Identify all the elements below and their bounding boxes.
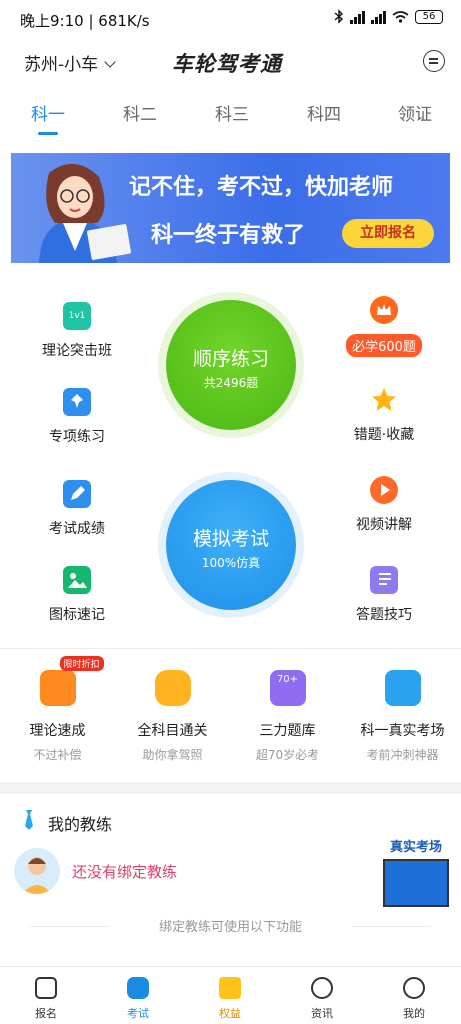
sign-memo-item[interactable]: 图标速记 xyxy=(22,566,132,624)
sequence-practice-button[interactable]: 顺序练习 共2496题 xyxy=(166,300,296,430)
shield-leaf-icon xyxy=(154,670,191,706)
avatar xyxy=(14,848,60,894)
exam-icon xyxy=(127,977,149,999)
feature-sub: 助你拿驾照 xyxy=(142,748,203,762)
app-logo: 车轮驾考通 xyxy=(172,52,282,76)
exam-score-label: 考试成绩 xyxy=(49,521,105,537)
battery-icon: 56 xyxy=(415,9,443,24)
sequence-practice-title: 顺序练习 xyxy=(192,348,269,370)
mock-exam-title: 模拟考试 xyxy=(192,528,269,550)
sequence-practice-count: 共2496题 xyxy=(203,376,259,390)
video-explain-label: 视频讲解 xyxy=(356,517,412,533)
feature-sub: 考前冲刺神器 xyxy=(366,748,439,762)
special-practice-item[interactable]: 专项练习 xyxy=(22,388,132,446)
image-icon xyxy=(63,566,91,594)
tab-subject-1[interactable]: 科一 xyxy=(18,100,78,135)
feature-three-abilities[interactable]: 70+ 三力题库 超70岁必考 xyxy=(230,670,345,763)
wifi-icon xyxy=(392,11,409,23)
nav-benefits[interactable]: 权益 xyxy=(200,977,260,1021)
mistakes-favorites-item[interactable]: 错题·收藏 xyxy=(329,386,439,444)
vip-icon: 限时折扣 xyxy=(39,656,104,706)
message-icon[interactable] xyxy=(423,50,445,72)
nav-mine[interactable]: 我的 xyxy=(384,977,444,1021)
limited-discount-badge: 限时折扣 xyxy=(59,656,104,671)
tab-subject-2[interactable]: 科二 xyxy=(110,100,170,125)
monitor-illustration xyxy=(383,859,449,907)
feature-name: 三力题库 xyxy=(259,723,316,739)
nav-exam[interactable]: 考试 xyxy=(108,977,168,1021)
city-label: 苏州-小车 xyxy=(24,55,99,75)
nav-benefits-label: 权益 xyxy=(219,1007,241,1020)
my-coach-title: 我的教练 xyxy=(48,815,113,834)
play-icon xyxy=(370,476,398,504)
theory-class-item[interactable]: 1v1 理论突击班 xyxy=(22,302,132,360)
special-practice-label: 专项练习 xyxy=(49,429,105,445)
nav-mine-label: 我的 xyxy=(403,1007,425,1020)
status-icons: 56 xyxy=(334,9,443,24)
teacher-illustration xyxy=(39,163,131,263)
book-icon xyxy=(370,566,398,594)
edit-icon xyxy=(63,480,91,508)
feature-all-subjects[interactable]: 全科目通关 助你拿驾照 xyxy=(115,670,230,763)
tie-icon xyxy=(25,810,33,830)
no-coach-link[interactable]: 还没有绑定教练 xyxy=(72,861,177,882)
nav-news-label: 资讯 xyxy=(311,1007,333,1020)
nav-exam-label: 考试 xyxy=(127,1007,149,1020)
banner-headline: 记不住，考不过，快加老师 xyxy=(129,175,394,200)
mock-exam-sub: 100%仿真 xyxy=(201,556,261,570)
answer-tips-item[interactable]: 答题技巧 xyxy=(329,566,439,624)
sign-memo-label: 图标速记 xyxy=(49,607,105,623)
status-bar: 晚上9:10 | 681K/s 56 xyxy=(0,0,461,40)
subject-tabs: 科一 科二 科三 科四 领证 xyxy=(0,92,461,142)
star-icon xyxy=(370,386,398,414)
status-time: 晚上9:10 | 681K/s xyxy=(20,12,150,30)
chevron-down-icon xyxy=(104,56,116,68)
theory-class-label: 理论突击班 xyxy=(42,343,112,359)
tab-subject-3[interactable]: 科三 xyxy=(202,100,262,125)
top-bar: 苏州-小车 车轮驾考通 xyxy=(0,40,461,84)
exam-score-item[interactable]: 考试成绩 xyxy=(22,480,132,538)
mock-exam-button[interactable]: 模拟考试 100%仿真 xyxy=(166,480,296,610)
nav-news[interactable]: 资讯 xyxy=(292,977,352,1021)
feature-sub: 不过补偿 xyxy=(33,748,82,762)
pin-icon xyxy=(63,388,91,416)
real-exam-promo[interactable]: 真实考场 xyxy=(380,836,452,914)
banner-subline: 科一终于有救了 xyxy=(151,223,306,248)
feature-name: 理论速成 xyxy=(29,723,86,739)
bottom-nav: 报名 考试 权益 资讯 我的 xyxy=(0,966,461,1024)
compass-icon xyxy=(311,977,333,999)
feature-theory-fast[interactable]: 限时折扣 理论速成 不过补偿 xyxy=(0,656,115,763)
section-gap xyxy=(0,782,461,794)
profile-icon xyxy=(403,977,425,999)
one-on-one-icon: 1v1 xyxy=(63,302,91,330)
nav-signup-label: 报名 xyxy=(35,1007,57,1020)
feature-sub: 超70岁必考 xyxy=(255,748,320,762)
question-bank-icon: 70+ xyxy=(269,670,306,706)
real-exam-label: 真实考场 xyxy=(389,840,442,855)
bluetooth-icon xyxy=(334,9,344,24)
nav-signup[interactable]: 报名 xyxy=(16,977,76,1021)
signup-button[interactable]: 立即报名 xyxy=(342,219,434,248)
tab-license[interactable]: 领证 xyxy=(385,100,445,125)
feature-name: 科一真实考场 xyxy=(360,723,445,739)
must-learn-item[interactable]: 必学600题 xyxy=(329,296,439,357)
tab-subject-4[interactable]: 科四 xyxy=(294,100,354,125)
signal-icon-2 xyxy=(371,10,386,24)
promo-banner[interactable]: 记不住，考不过，快加老师 科一终于有救了 立即报名 xyxy=(11,153,450,263)
feature-name: 全科目通关 xyxy=(137,723,208,739)
video-explain-item[interactable]: 视频讲解 xyxy=(329,476,439,534)
must-learn-label: 必学600题 xyxy=(346,334,422,357)
vip-crown-icon xyxy=(219,977,241,999)
mistakes-favorites-label: 错题·收藏 xyxy=(353,427,415,443)
feature-real-exam[interactable]: 科一真实考场 考前冲刺神器 xyxy=(345,670,460,763)
crown-icon xyxy=(370,296,398,324)
section-divider xyxy=(0,648,461,649)
answer-tips-label: 答题技巧 xyxy=(356,607,412,623)
clipboard-icon xyxy=(35,977,57,999)
city-selector[interactable]: 苏州-小车 xyxy=(24,50,116,75)
monitor-icon xyxy=(384,670,421,706)
bind-coach-hint: 绑定教练可使用以下功能 xyxy=(158,920,302,935)
signal-icon xyxy=(350,10,365,24)
